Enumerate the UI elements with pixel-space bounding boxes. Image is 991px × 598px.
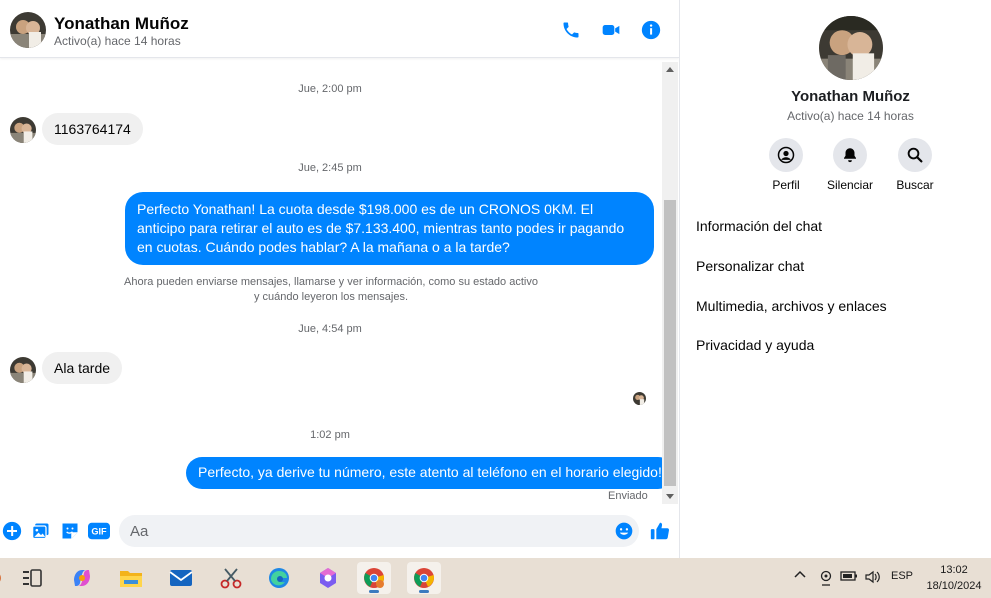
- profile-avatar[interactable]: [819, 16, 883, 80]
- edge-icon[interactable]: [262, 562, 296, 594]
- sender-avatar[interactable]: [10, 357, 36, 383]
- scrollbar-thumb[interactable]: [664, 200, 676, 486]
- seen-avatar: [633, 392, 646, 405]
- message-input[interactable]: [119, 515, 639, 547]
- clock-time: 13:02: [940, 564, 968, 576]
- delivery-status: Enviado: [608, 490, 648, 502]
- info-icon[interactable]: [639, 18, 663, 42]
- contact-name[interactable]: Yonathan Muñoz: [54, 14, 189, 34]
- chevron-up-icon[interactable]: [792, 570, 808, 578]
- plus-icon[interactable]: [1, 520, 23, 542]
- menu-media-files-links[interactable]: Multimedia, archivos y enlaces: [696, 298, 887, 314]
- file-explorer-icon[interactable]: [114, 562, 148, 594]
- scroll-up-icon[interactable]: [666, 67, 674, 72]
- mute-label: Silenciar: [826, 178, 874, 192]
- emoji-icon[interactable]: [613, 520, 635, 542]
- volume-icon[interactable]: [864, 570, 882, 584]
- incoming-message[interactable]: Ala tarde: [42, 352, 123, 384]
- system-clock[interactable]: 13:02 18/10/2024: [920, 562, 988, 594]
- chat-header: Yonathan Muñoz Activo(a) hace 14 horas: [0, 0, 679, 58]
- chat-info-panel: Yonathan Muñoz Activo(a) hace 14 horas P…: [679, 0, 991, 558]
- menu-customize-chat[interactable]: Personalizar chat: [696, 258, 804, 274]
- sticker-icon[interactable]: [59, 520, 81, 542]
- gif-icon[interactable]: GIF: [88, 520, 110, 542]
- profile-label: Perfil: [772, 178, 800, 192]
- task-view-icon[interactable]: [15, 562, 49, 594]
- taskbar: ESP 13:02 18/10/2024: [0, 558, 991, 598]
- phone-icon[interactable]: [559, 18, 583, 42]
- menu-chat-info[interactable]: Información del chat: [696, 218, 822, 234]
- video-icon[interactable]: [599, 18, 623, 42]
- search-icon[interactable]: [898, 138, 932, 172]
- timestamp: Jue, 2:00 pm: [298, 83, 362, 95]
- outgoing-message[interactable]: Perfecto Yonathan! La cuota desde $198.0…: [125, 192, 654, 265]
- system-notice-line: y cuándo leyeron los mensajes.: [253, 291, 409, 303]
- timestamp: Jue, 4:54 pm: [298, 323, 362, 335]
- clock-date: 18/10/2024: [926, 580, 982, 592]
- profile-icon[interactable]: [769, 138, 803, 172]
- widgets-icon[interactable]: [0, 562, 8, 594]
- composer: GIF: [0, 510, 679, 552]
- mute-action[interactable]: Silenciar: [815, 138, 885, 192]
- message-scrollbar[interactable]: [662, 62, 678, 504]
- chrome-icon[interactable]: [357, 562, 391, 594]
- incoming-message[interactable]: 1163764174: [42, 113, 143, 145]
- snipping-tool-icon[interactable]: [214, 562, 248, 594]
- camera-privacy-icon[interactable]: [818, 570, 834, 586]
- language-indicator[interactable]: ESP: [888, 570, 916, 582]
- bell-icon[interactable]: [833, 138, 867, 172]
- search-action[interactable]: Buscar: [880, 138, 950, 192]
- gallery-icon[interactable]: [30, 520, 52, 542]
- copilot-icon[interactable]: [65, 562, 99, 594]
- mail-icon[interactable]: [164, 562, 198, 594]
- contact-status: Activo(a) hace 14 horas: [54, 34, 181, 48]
- profile-action[interactable]: Perfil: [751, 138, 821, 192]
- timestamp: 1:02 pm: [310, 429, 350, 441]
- like-icon[interactable]: [649, 520, 671, 542]
- profile-status: Activo(a) hace 14 horas: [787, 109, 914, 123]
- system-notice: Ahora pueden enviarse mensajes, llamarse…: [118, 275, 544, 305]
- message-list[interactable]: Jue, 2:00 pm 1163764174 Jue, 2:45 pm Per…: [0, 59, 679, 505]
- search-label: Buscar: [896, 178, 934, 192]
- contact-avatar[interactable]: [10, 12, 46, 48]
- gif-label: GIF: [91, 527, 107, 537]
- sender-avatar[interactable]: [10, 117, 36, 143]
- battery-icon[interactable]: [840, 570, 858, 582]
- system-notice-line: Ahora pueden enviarse mensajes, llamarse…: [124, 276, 538, 288]
- chrome-icon[interactable]: [407, 562, 441, 594]
- m365-icon[interactable]: [311, 562, 345, 594]
- outgoing-message[interactable]: Perfecto, ya derive tu número, este aten…: [186, 457, 674, 489]
- menu-privacy-help[interactable]: Privacidad y ayuda: [696, 337, 814, 353]
- timestamp: Jue, 2:45 pm: [298, 162, 362, 174]
- profile-name: Yonathan Muñoz: [791, 88, 910, 105]
- scroll-down-icon[interactable]: [666, 494, 674, 499]
